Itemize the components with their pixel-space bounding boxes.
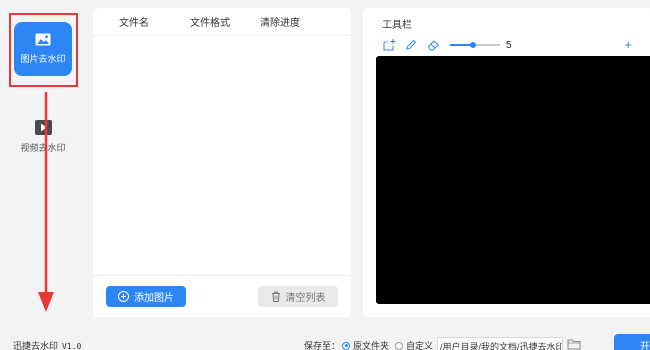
file-list-footer: 添加图片 清空列表: [93, 275, 351, 317]
image-preview[interactable]: [376, 56, 650, 304]
column-format: 文件格式: [190, 18, 230, 29]
sidebar-item-video-watermark[interactable]: 视频去水印: [14, 110, 72, 164]
app-version: V1.0: [62, 342, 82, 350]
add-image-label: 添加图片: [134, 293, 174, 304]
file-list-panel: 文件名 文件格式 清除进度 添加图片 清空列表: [93, 8, 351, 317]
status-bar: 迅捷去水印 V1.0 保存至： 原文件夹 自定义 /用户目录/我的文档/迅捷去水印…: [0, 327, 650, 350]
brush-size-value: 5: [506, 39, 512, 51]
save-to-label: 保存至：: [304, 341, 341, 350]
radio-dot: [395, 341, 403, 350]
radio-original-label: 原文件夹: [353, 341, 390, 350]
sidebar-item-label: 视频去水印: [20, 143, 66, 153]
radio-custom[interactable]: 自定义: [395, 339, 433, 350]
sidebar: 图片去水印 视频去水印: [0, 0, 86, 327]
toolbar-title: 工具栏: [382, 20, 412, 31]
clear-list-button[interactable]: 清空列表: [258, 286, 338, 307]
image-icon: [35, 33, 51, 46]
add-image-button[interactable]: 添加图片: [106, 286, 186, 307]
video-icon: [34, 120, 52, 135]
radio-custom-label: 自定义: [406, 341, 434, 350]
eraser-icon[interactable]: [426, 38, 440, 52]
select-rect-icon[interactable]: [382, 38, 396, 52]
radio-original-folder[interactable]: 原文件夹: [342, 339, 389, 350]
sidebar-item-image-watermark[interactable]: 图片去水印: [14, 22, 72, 76]
clear-list-label: 清空列表: [285, 293, 326, 304]
toolbar-row: 5 +: [382, 38, 644, 52]
sidebar-item-label: 图片去水印: [20, 54, 66, 64]
toolbar-panel: 工具栏 5 +: [363, 8, 650, 317]
folder-icon[interactable]: [567, 338, 581, 350]
add-icon[interactable]: +: [624, 38, 632, 52]
brush-size-slider-knob[interactable]: [470, 42, 476, 48]
column-progress: 清除进度: [260, 18, 300, 29]
save-path-input[interactable]: /用户目录/我的文档/迅捷去水印: [437, 337, 563, 350]
pen-icon[interactable]: [404, 38, 418, 52]
radio-dot: [342, 341, 350, 350]
plus-circle-icon: [118, 291, 129, 302]
column-filename: 文件名: [119, 18, 149, 29]
start-button[interactable]: 开: [614, 334, 650, 350]
app-name: 迅捷去水印 V1.0: [13, 339, 81, 350]
brush-size-slider[interactable]: [450, 42, 500, 48]
trash-icon: [271, 291, 280, 302]
app-title: 迅捷去水印: [13, 341, 59, 350]
file-list-header: 文件名 文件格式 清除进度: [93, 8, 351, 36]
